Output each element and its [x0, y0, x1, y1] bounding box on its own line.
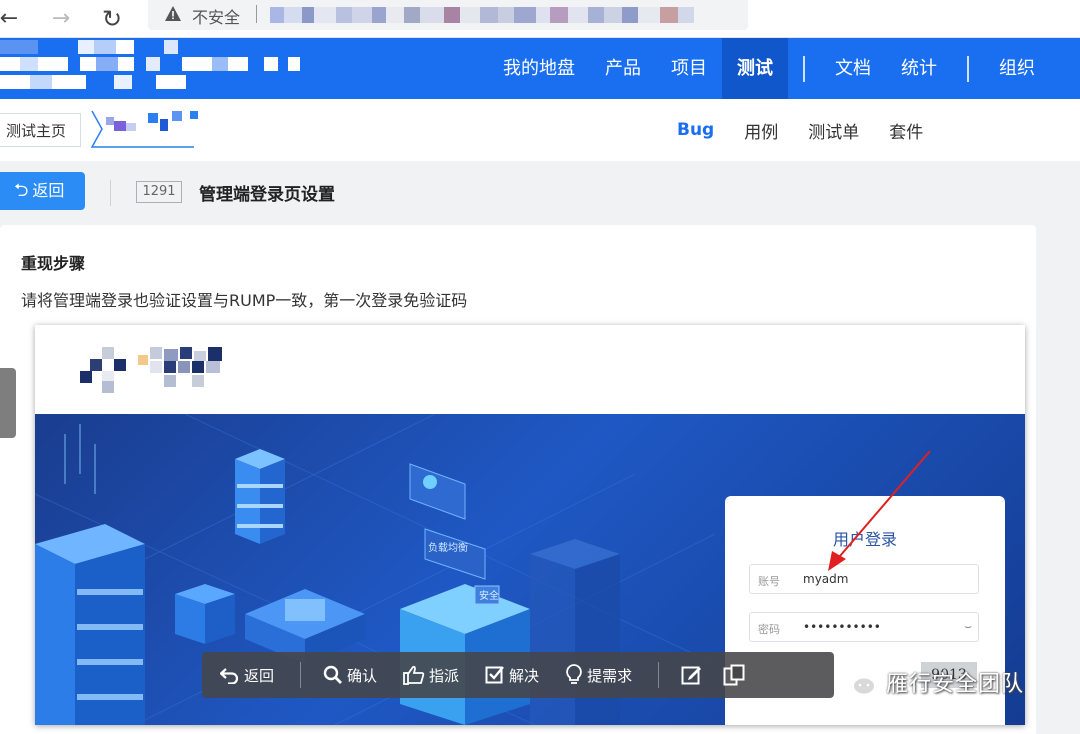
browser-toolbar: ← → ↻ 不安全	[0, 0, 1080, 38]
toolbar-confirm-button[interactable]: 确认	[323, 665, 377, 686]
account-value: myadm	[803, 572, 849, 586]
main-menu: 我的地盘 产品 项目 测试 文档 统计 组织	[488, 38, 1050, 99]
steps-heading: 重现步骤	[21, 254, 86, 273]
watermark: 雁行安全团队	[838, 666, 1024, 698]
nav-divider	[803, 55, 805, 82]
toolbar-divider	[300, 662, 302, 688]
warning-icon	[165, 6, 181, 21]
toolbar-propose-button[interactable]: 提需求	[565, 664, 632, 686]
thumbs-up-icon	[403, 665, 425, 685]
toolbar-resolve-button[interactable]: 解决	[485, 665, 539, 686]
tab-testcase[interactable]: 用例	[729, 118, 793, 143]
toolbar-confirm-label: 确认	[347, 666, 378, 685]
toolbar-propose-label: 提需求	[587, 666, 633, 685]
password-field[interactable]: 密码 ••••••••••• ⌣	[749, 612, 979, 642]
toolbar-assign-button[interactable]: 指派	[403, 665, 459, 686]
sub-navbar: 测试主页 Bug 用例 测试单 套件	[0, 99, 1080, 161]
nav-my-dashboard[interactable]: 我的地盘	[488, 38, 590, 99]
blurred-brand-logo	[80, 347, 222, 393]
account-label: 账号	[758, 575, 780, 588]
password-label: 密码	[758, 623, 780, 636]
toolbar-divider	[658, 662, 660, 688]
back-button[interactable]: ⮌ 返回	[0, 172, 85, 210]
insecure-label: 不安全	[192, 8, 241, 27]
search-icon	[323, 665, 343, 684]
bug-action-toolbar: 返回 确认 指派 解决 提需求	[202, 652, 834, 698]
breadcrumb-product-selector[interactable]	[90, 109, 200, 149]
address-separator	[256, 5, 257, 23]
steps-text: 请将管理端登录也验证设置与RUMP一致，第一次登录免验证码	[21, 291, 468, 310]
toolbar-assign-label: 指派	[429, 666, 460, 685]
eye-closed-icon[interactable]: ⌣	[964, 619, 972, 634]
nav-stats[interactable]: 统计	[886, 38, 952, 99]
top-navbar: 我的地盘 产品 项目 测试 文档 统计 组织	[0, 38, 1080, 99]
tab-suite[interactable]: 套件	[874, 118, 938, 143]
toolbar-resolve-label: 解决	[509, 666, 540, 685]
sub-tabs: Bug 用例 测试单 套件	[662, 99, 938, 161]
undo-icon	[220, 668, 239, 684]
blurred-url	[270, 7, 740, 23]
breadcrumb-test-home[interactable]: 测试主页	[0, 113, 82, 147]
tab-testtask[interactable]: 测试单	[793, 118, 874, 143]
blurred-logo	[0, 40, 350, 92]
checkbox-icon	[485, 666, 504, 684]
header-divider	[110, 180, 111, 206]
bug-id-badge: 1291	[136, 181, 182, 203]
hero-badge-security: 安全	[479, 589, 499, 602]
undo-arrow-icon: ⮌	[14, 180, 29, 201]
wechat-icon	[839, 667, 876, 696]
nav-product[interactable]: 产品	[590, 38, 656, 99]
lightbulb-icon	[566, 664, 582, 684]
nav-divider	[967, 55, 969, 82]
nav-project[interactable]: 项目	[656, 38, 722, 99]
back-button-label: 返回	[32, 181, 65, 200]
login-title: 用户登录	[832, 530, 897, 549]
nav-docs[interactable]: 文档	[820, 38, 886, 99]
watermark-text: 雁行安全团队	[886, 672, 1025, 697]
side-panel-toggle[interactable]	[0, 368, 16, 438]
edit-icon[interactable]	[681, 664, 703, 686]
nav-test[interactable]: 测试	[722, 38, 788, 99]
browser-reload-icon[interactable]: ↻	[97, 4, 127, 34]
account-field[interactable]: 账号 myadm	[749, 564, 979, 594]
screenshot-header	[35, 325, 1025, 414]
page-title: 管理端登录页设置	[199, 185, 335, 205]
address-bar[interactable]: 不安全	[148, 0, 748, 30]
password-value: •••••••••••	[803, 620, 881, 634]
browser-forward-icon[interactable]: →	[46, 4, 76, 34]
tab-bug[interactable]: Bug	[662, 120, 729, 140]
copy-icon[interactable]	[723, 664, 745, 686]
toolbar-back-label: 返回	[244, 666, 275, 685]
toolbar-back-button[interactable]: 返回	[220, 665, 274, 686]
hero-badge-load-balance: 负载均衡	[428, 541, 468, 554]
browser-back-icon[interactable]: ←	[0, 4, 24, 34]
nav-org[interactable]: 组织	[984, 38, 1050, 99]
